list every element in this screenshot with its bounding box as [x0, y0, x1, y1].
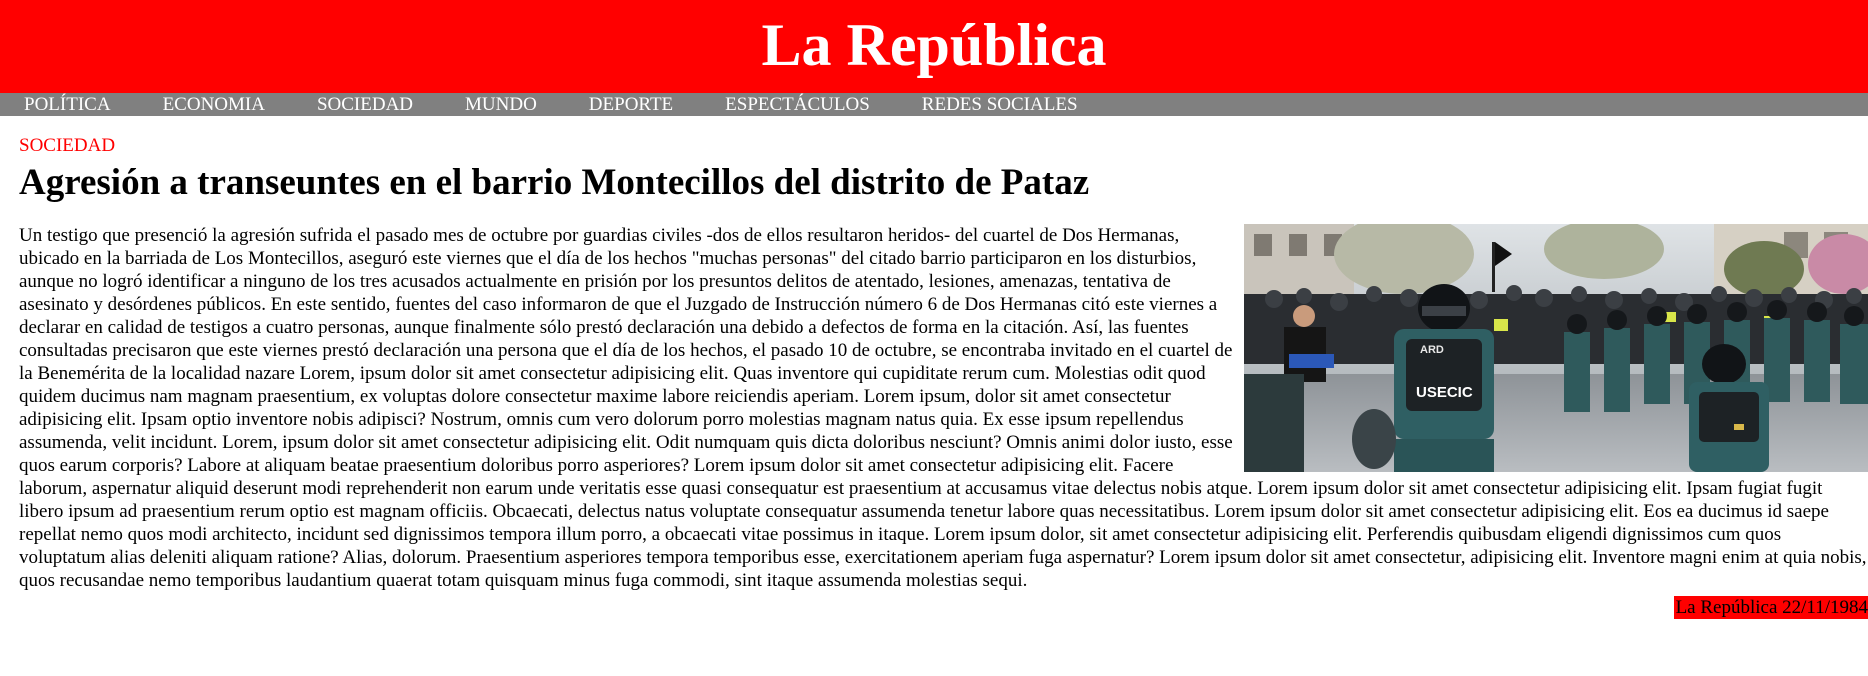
riot-police-photo: ARD USECIC	[1244, 224, 1868, 472]
publication-date-tag: La República 22/11/1984	[1673, 596, 1868, 619]
site-title[interactable]: La República	[761, 15, 1106, 75]
nav-link-redes-sociales[interactable]: REDES SOCIALES	[922, 93, 1078, 116]
nav-link-espectaculos[interactable]: ESPECTÁCULOS	[725, 93, 870, 116]
nav-link-deporte[interactable]: DEPORTE	[589, 93, 673, 116]
article: SOCIEDAD Agresión a transeuntes en el ba…	[0, 136, 1868, 619]
nav-link-mundo[interactable]: MUNDO	[465, 93, 537, 116]
article-photo: ARD USECIC	[1244, 224, 1868, 472]
article-body: ARD USECIC Un testigo que presenció la a…	[19, 224, 1868, 592]
vest-label: USECIC	[1416, 384, 1473, 401]
section-label: SOCIEDAD	[19, 135, 116, 156]
nav-link-economia[interactable]: ECONOMIA	[163, 93, 265, 116]
main-nav: POLÍTICA ECONOMIA SOCIEDAD MUNDO DEPORTE…	[0, 93, 1868, 116]
article-headline: Agresión a transeuntes en el barrio Mont…	[19, 162, 1090, 203]
nav-link-sociedad[interactable]: SOCIEDAD	[317, 93, 413, 116]
footer-row: La República 22/11/1984	[19, 596, 1868, 619]
nav-link-politica[interactable]: POLÍTICA	[24, 93, 111, 116]
vest-top-label: ARD	[1420, 344, 1444, 356]
masthead: La República	[0, 0, 1868, 93]
